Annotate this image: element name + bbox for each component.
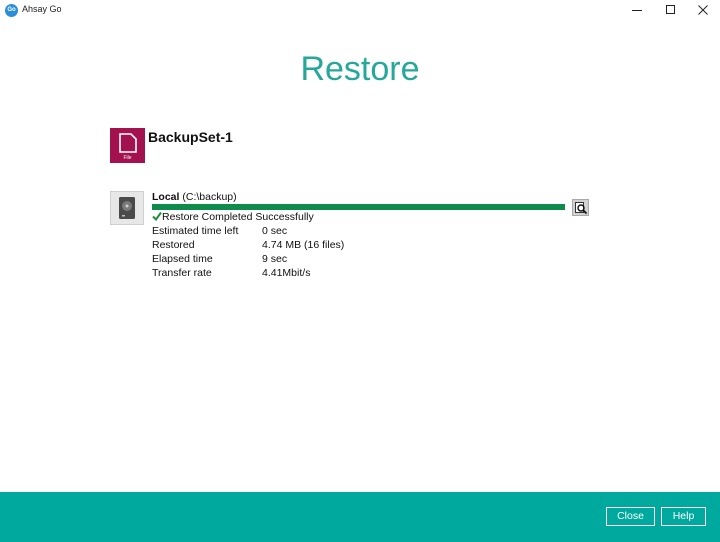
- stat-value: 9 sec: [262, 253, 288, 265]
- close-icon: [698, 5, 708, 15]
- file-icon-label: File: [123, 155, 132, 161]
- maximize-button[interactable]: [654, 0, 688, 21]
- title-bar: Go Ahsay Go: [0, 0, 720, 21]
- file-icon: File: [110, 128, 145, 163]
- stat-row-transfer-rate: Transfer rate 4.41Mbit/s: [152, 267, 452, 281]
- stat-value: 0 sec: [262, 225, 288, 237]
- app-logo-icon: Go: [5, 4, 18, 17]
- backup-set-name: BackupSet-1: [148, 129, 233, 145]
- maximize-icon: [666, 5, 675, 14]
- stat-row-restored: Restored 4.74 MB (16 files): [152, 239, 452, 253]
- minimize-button[interactable]: [620, 0, 654, 21]
- window-close-button[interactable]: [686, 0, 720, 21]
- stat-label: Restored: [152, 239, 195, 251]
- stat-row-elapsed-time: Elapsed time 9 sec: [152, 253, 452, 267]
- stat-label: Transfer rate: [152, 267, 212, 279]
- window-title: Ahsay Go: [22, 4, 62, 14]
- stat-row-estimated-time: Estimated time left 0 sec: [152, 225, 452, 239]
- view-log-button[interactable]: [572, 199, 589, 216]
- destination-path: (C:\backup): [182, 191, 237, 203]
- minimize-icon: [632, 10, 642, 11]
- destination-name: Local: [152, 191, 180, 203]
- restore-window: Go Ahsay Go Restore File BackupSet-1 Loc…: [0, 0, 720, 542]
- stat-value: 4.41Mbit/s: [262, 267, 311, 279]
- magnifier-log-icon: [575, 202, 588, 215]
- close-button[interactable]: Close: [606, 507, 655, 526]
- stat-label: Elapsed time: [152, 253, 213, 265]
- page-title: Restore: [300, 50, 420, 88]
- help-button[interactable]: Help: [661, 507, 706, 526]
- restore-status-text: Restore Completed Successfully: [162, 211, 314, 223]
- check-icon: [152, 211, 162, 224]
- stat-label: Estimated time left: [152, 225, 239, 237]
- stat-value: 4.74 MB (16 files): [262, 239, 345, 251]
- hard-drive-icon: [110, 191, 144, 225]
- restore-progress-bar: [152, 204, 565, 210]
- footer-bar: Close Help: [0, 492, 720, 542]
- restore-status: Restore Completed Successfully: [152, 211, 314, 224]
- destination-title: Local (C:\backup): [152, 191, 237, 203]
- restore-progress-fill: [152, 204, 565, 210]
